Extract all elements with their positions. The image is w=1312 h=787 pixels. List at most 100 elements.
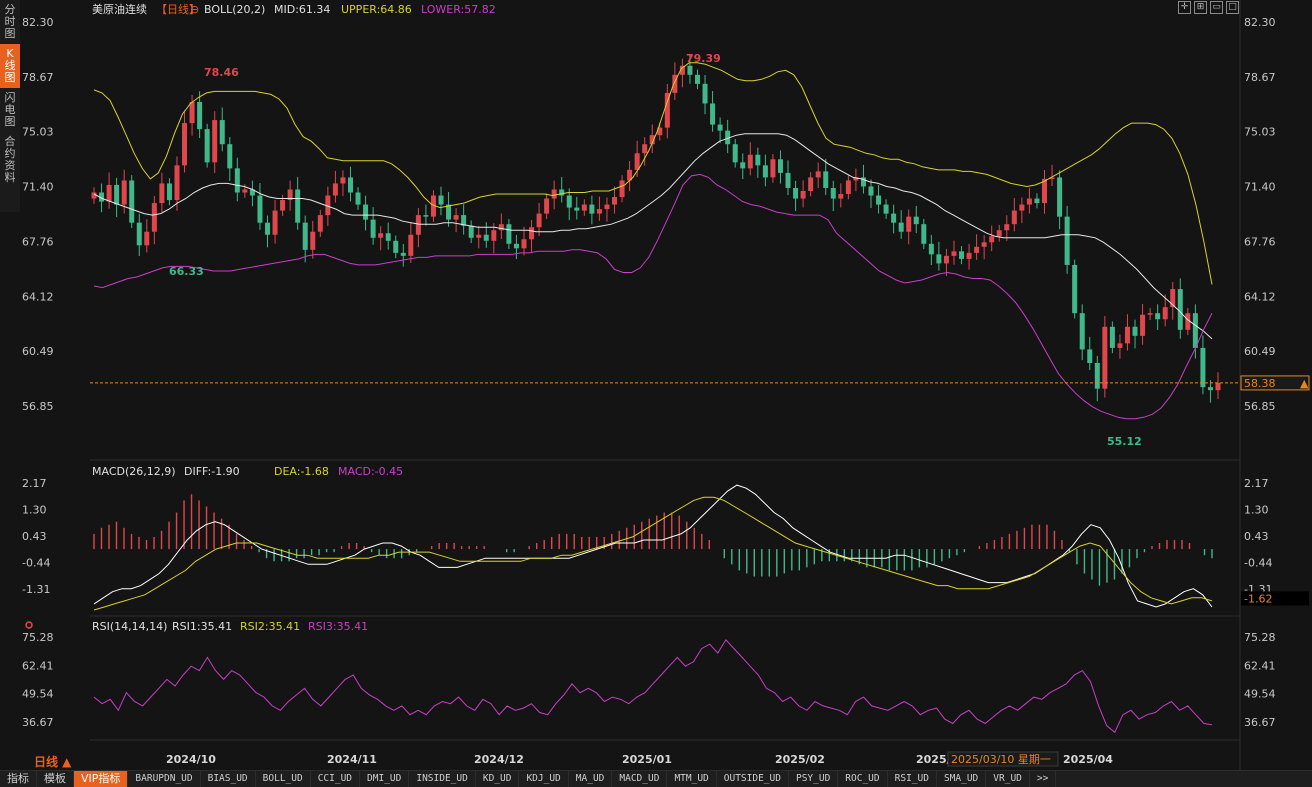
candle-body xyxy=(332,183,338,196)
candle-body xyxy=(906,216,912,232)
indicator-tab-14[interactable]: OUTSIDE_UD xyxy=(717,771,789,787)
macd-header-3: MACD:-0.45 xyxy=(338,465,403,478)
boll-header-0: 美原油连续 xyxy=(92,2,147,16)
candle-body xyxy=(928,243,934,255)
indicator-tab-0[interactable]: 指标 xyxy=(0,771,37,787)
indicator-tab-5[interactable]: BOLL_UD xyxy=(256,771,311,787)
current-macd-value: -1.62 xyxy=(1244,592,1272,605)
high-annotation-1: 78.46 xyxy=(204,66,239,79)
candle-body xyxy=(151,203,157,232)
candle-body xyxy=(280,200,286,211)
macd-header-2: DEA:-1.68 xyxy=(274,465,329,478)
indicator-tab-17[interactable]: RSI_UD xyxy=(888,771,937,787)
candle-body xyxy=(777,159,783,173)
period-selector[interactable]: 日线 ▲ xyxy=(34,753,71,770)
macd-dea-line xyxy=(93,496,1213,611)
candle-body xyxy=(1162,307,1168,320)
candle-body xyxy=(159,183,165,204)
candle-body xyxy=(883,204,889,214)
price-axis-left-7: 56.85 xyxy=(22,400,54,413)
indicator-tab-15[interactable]: PSY_UD xyxy=(789,771,839,787)
candle-body xyxy=(566,195,572,208)
candle-body xyxy=(468,225,474,238)
indicator-tab-19[interactable]: VR_UD xyxy=(986,771,1030,787)
restore-icon[interactable]: ▭ xyxy=(1210,1,1223,14)
indicator-tab-1[interactable]: 模板 xyxy=(37,771,74,787)
macd-diff-line xyxy=(93,484,1213,608)
candle-body xyxy=(800,190,806,199)
candle-body xyxy=(959,251,965,259)
indicator-tab-11[interactable]: MA_UD xyxy=(569,771,613,787)
indicator-tab-16[interactable]: ROC_UD xyxy=(838,771,888,787)
macd-axis-right-0: 2.17 xyxy=(1244,477,1269,490)
price-axis-left-4: 67.76 xyxy=(22,235,54,248)
candle-body xyxy=(604,204,610,210)
low-annotation-1: 66.33 xyxy=(169,265,204,278)
indicator-tab-8[interactable]: INSIDE_UD xyxy=(409,771,476,787)
candle-body xyxy=(634,153,640,170)
x-axis-label-6: 2025/04 xyxy=(1063,753,1113,766)
crosshair-icon[interactable]: ✛ xyxy=(1178,1,1191,14)
price-axis-right-4: 67.76 xyxy=(1244,235,1276,248)
price-up-arrow-icon: ▲ xyxy=(1300,377,1309,390)
candle-body xyxy=(370,219,376,238)
candle-body xyxy=(732,144,738,163)
kline-chart[interactable]: 82.30 82.30 78.67 78.67 75.03 75.03 71.40 71.40… xyxy=(0,0,1312,770)
macd-axis-right-1: 1.30 xyxy=(1244,504,1269,517)
macd-axis-left-0: 2.17 xyxy=(22,477,47,490)
candle-body xyxy=(1147,313,1153,315)
candle-body xyxy=(204,129,210,163)
indicator-tab-3[interactable]: BARUPDN_UD xyxy=(128,771,201,787)
candle-body xyxy=(1140,314,1146,336)
candle-body xyxy=(936,254,942,264)
indicator-tab-10[interactable]: KDJ_UD xyxy=(519,771,569,787)
candle-body xyxy=(574,207,580,211)
macd-axis-right-2: 0.43 xyxy=(1244,530,1269,543)
candle-body xyxy=(1072,264,1078,314)
indicator-tab-2[interactable]: VIP指标 xyxy=(74,771,129,787)
candle-body xyxy=(483,234,489,241)
indicator-tab-13[interactable]: MTM_UD xyxy=(667,771,717,787)
indicator-tab-20[interactable]: >> xyxy=(1030,771,1057,787)
candle-body xyxy=(506,224,512,244)
current-price-value: 58.38 xyxy=(1244,377,1276,390)
indicator-tab-6[interactable]: CCI_UD xyxy=(311,771,361,787)
candle-body xyxy=(1057,177,1063,217)
rsi-axis-right-3: 36.67 xyxy=(1244,716,1276,729)
indicator-tab-7[interactable]: DMI_UD xyxy=(360,771,410,787)
price-axis-left-0: 82.30 xyxy=(22,16,54,29)
candle-body xyxy=(974,246,980,253)
indicator-tab-4[interactable]: BIAS_UD xyxy=(201,771,256,787)
expand-icon[interactable]: ⊞ xyxy=(1194,1,1207,14)
rsi-header-0: RSI(14,14,14) xyxy=(92,620,167,633)
price-axis-left-1: 78.67 xyxy=(22,71,54,84)
rsi-axis-left-1: 62.41 xyxy=(22,659,54,672)
candle-body xyxy=(1132,326,1138,336)
candle-body xyxy=(981,242,987,247)
candle-body xyxy=(581,204,587,211)
maximize-icon[interactable]: □ xyxy=(1226,1,1239,14)
candle-body xyxy=(272,210,278,235)
candle-body xyxy=(989,236,995,243)
candle-body xyxy=(823,171,829,188)
indicator-tab-18[interactable]: SMA_UD xyxy=(937,771,987,787)
indicator-tab-9[interactable]: KD_UD xyxy=(476,771,520,787)
candle-body xyxy=(1102,326,1108,389)
candle-body xyxy=(174,165,180,201)
candle-body xyxy=(770,159,776,178)
boll-header-4: MID:61.34 xyxy=(274,3,330,16)
indicator-tab-12[interactable]: MACD_UD xyxy=(612,771,668,787)
candle-body xyxy=(453,215,459,220)
candle-body xyxy=(687,65,693,75)
candle-body xyxy=(491,230,497,241)
candle-body xyxy=(755,154,761,166)
candle-body xyxy=(242,189,248,193)
candle-body xyxy=(710,103,716,125)
candle-body xyxy=(876,195,882,205)
macd-axis-left-1: 1.30 xyxy=(22,504,47,517)
candle-body xyxy=(438,195,444,205)
candle-body xyxy=(762,165,768,178)
candle-body xyxy=(740,162,746,169)
boll-header-2: ⊖ xyxy=(190,3,199,16)
x-axis-label-2: 2024/12 xyxy=(474,753,524,766)
